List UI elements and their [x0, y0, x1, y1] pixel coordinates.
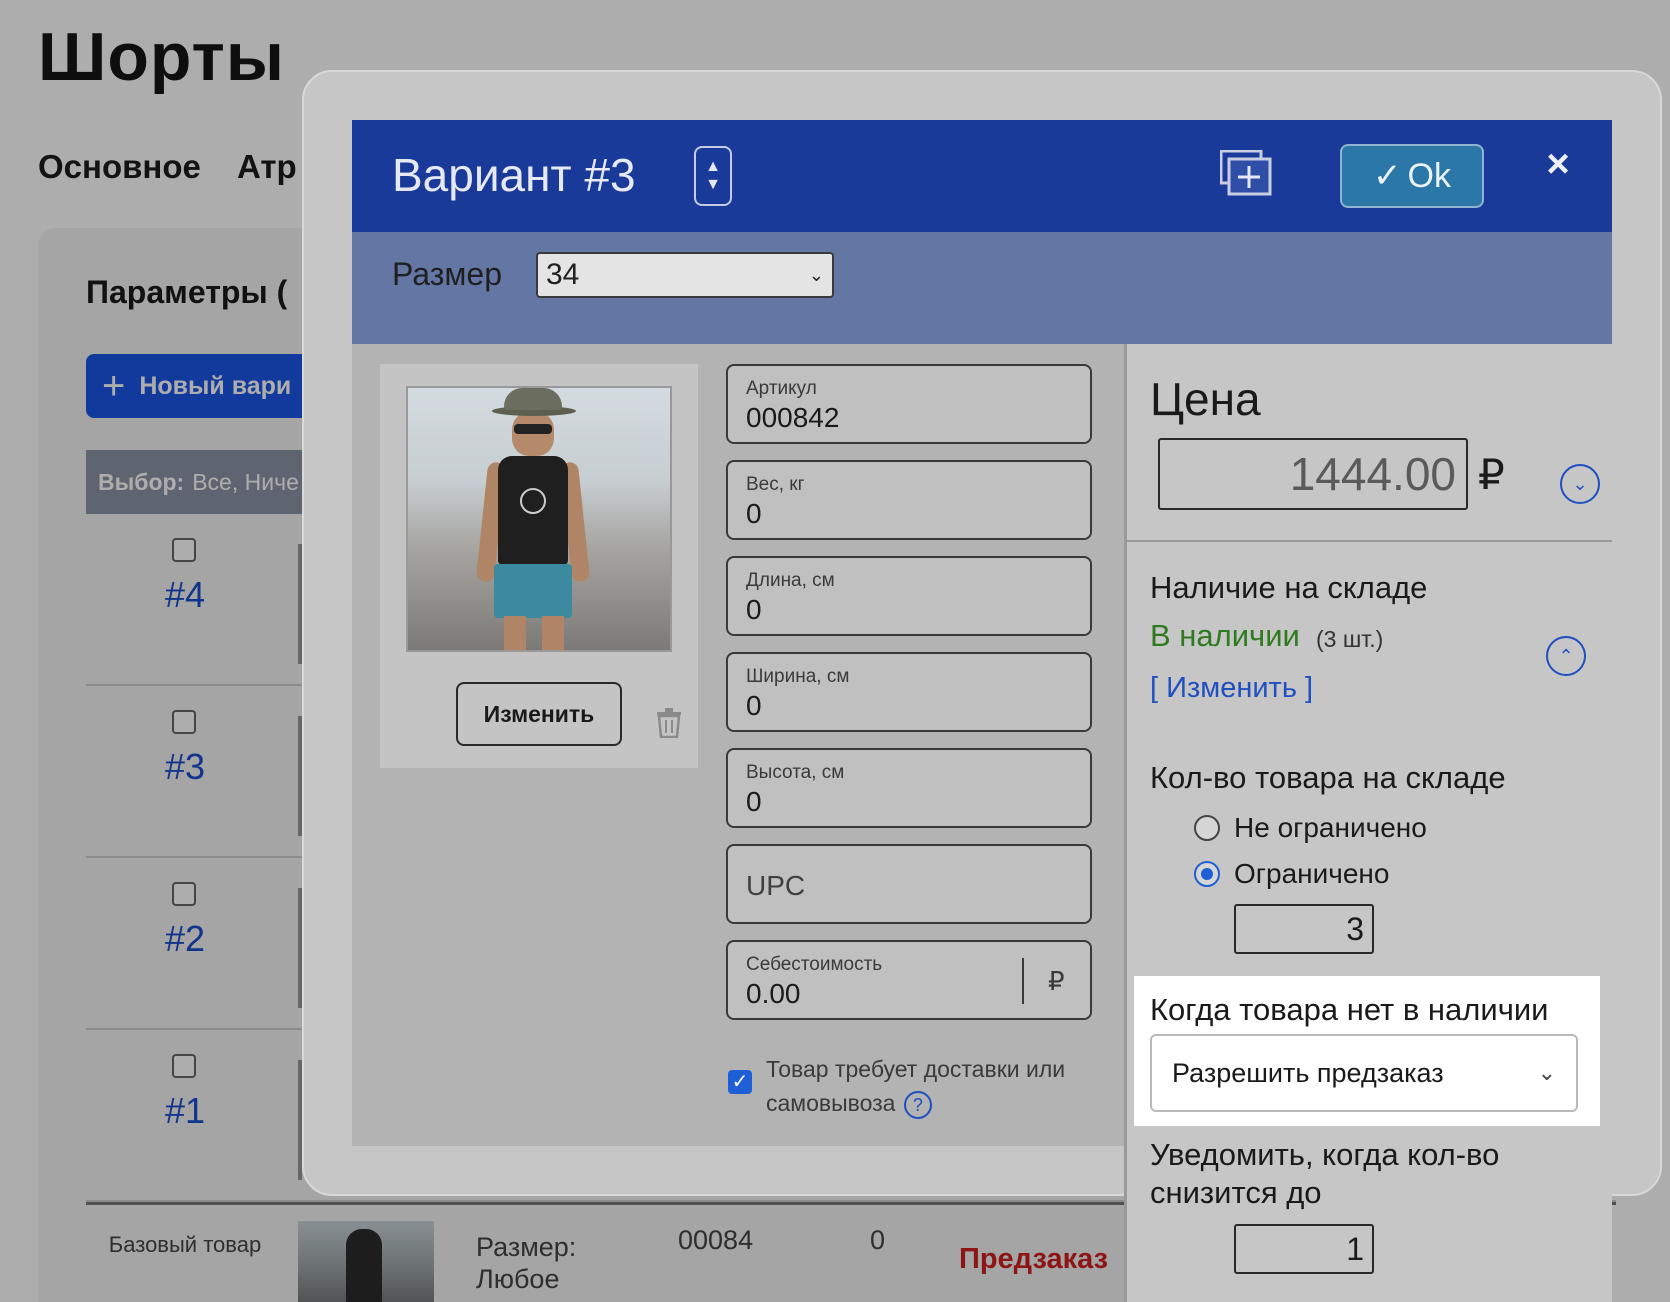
size-select[interactable]: 34 ⌄ — [536, 252, 834, 298]
chevron-up-icon[interactable]: ⌃ — [1546, 636, 1586, 676]
change-photo-button[interactable]: Изменить — [456, 682, 622, 746]
quantity-input[interactable]: 3 — [1234, 904, 1374, 954]
out-of-stock-value: Разрешить предзаказ — [1172, 1057, 1444, 1088]
chevron-down-icon: ⌄ — [1537, 1060, 1556, 1085]
weight-field[interactable]: Вес, кг 0 — [726, 460, 1092, 540]
check-icon: ✓ — [1373, 157, 1402, 195]
out-of-stock-select[interactable]: Разрешить предзаказ ⌄ — [1150, 1034, 1578, 1112]
length-label: Длина, см — [746, 570, 835, 591]
width-label: Ширина, см — [746, 666, 850, 687]
radio-unlimited-label[interactable]: Не ограничено — [1234, 812, 1427, 844]
modal-header: Вариант #3 ▲ ▼ ✓ Ok × — [352, 120, 1612, 232]
chevron-down-icon: ⌄ — [808, 264, 824, 285]
sku-label: Артикул — [746, 378, 817, 399]
quantity-title: Кол-во товара на складе — [1150, 760, 1506, 795]
photo-card: Изменить — [380, 364, 698, 768]
size-bar: Размер 34 ⌄ — [352, 232, 1612, 344]
stock-title: Наличие на складе — [1150, 570, 1428, 605]
width-field[interactable]: Ширина, см 0 — [726, 652, 1092, 732]
divider — [1127, 540, 1612, 542]
stock-change-link[interactable]: [ Изменить ] — [1150, 672, 1313, 705]
height-field[interactable]: Высота, см 0 — [726, 748, 1092, 828]
variant-photo — [406, 386, 672, 652]
close-icon[interactable]: × — [1536, 142, 1580, 186]
width-value: 0 — [746, 690, 762, 721]
radio-limited[interactable] — [1194, 861, 1220, 887]
out-of-stock-section: Когда товара нет в наличии Разрешить пре… — [1134, 976, 1600, 1126]
weight-value: 0 — [746, 498, 762, 529]
stock-status: В наличии — [1150, 618, 1300, 653]
cost-label: Себестоимость — [746, 954, 883, 975]
cost-value: 0.00 — [746, 978, 801, 1009]
notify-input[interactable]: 1 — [1234, 1224, 1374, 1274]
stock-count: (3 шт.) — [1316, 626, 1384, 652]
variant-switcher[interactable]: ▲ ▼ — [694, 146, 732, 206]
shipping-checkbox[interactable]: ✓ — [728, 1070, 752, 1094]
length-field[interactable]: Длина, см 0 — [726, 556, 1092, 636]
upc-field[interactable]: UPC — [726, 844, 1092, 924]
notify-title: Уведомить, когда кол-во снизится до — [1150, 1137, 1500, 1210]
price-input[interactable]: 1444.00 — [1158, 438, 1468, 510]
out-of-stock-title: Когда товара нет в наличии — [1150, 992, 1549, 1027]
chevron-down-icon[interactable]: ⌄ — [1560, 464, 1600, 504]
duplicate-icon[interactable] — [1220, 150, 1272, 196]
price-title: Цена — [1150, 373, 1261, 425]
size-value: 34 — [546, 258, 580, 291]
arrow-down-icon: ▼ — [705, 176, 721, 193]
sku-field[interactable]: Артикул 000842 — [726, 364, 1092, 444]
length-value: 0 — [746, 594, 762, 625]
sku-value: 000842 — [746, 402, 840, 433]
trash-icon[interactable] — [656, 708, 682, 738]
size-label: Размер — [392, 256, 502, 292]
height-label: Высота, см — [746, 762, 845, 783]
modal-title: Вариант #3 — [392, 149, 636, 201]
arrow-up-icon: ▲ — [705, 158, 721, 175]
upc-placeholder: UPC — [746, 870, 806, 901]
help-icon[interactable]: ? — [903, 1090, 932, 1119]
cost-field[interactable]: Себестоимость 0.00 ₽ — [726, 940, 1092, 1020]
weight-label: Вес, кг — [746, 474, 805, 495]
ok-button[interactable]: ✓ Ok — [1340, 144, 1484, 208]
price-currency: ₽ — [1478, 451, 1505, 498]
radio-limited-label[interactable]: Ограничено — [1234, 858, 1389, 890]
shipping-label: Товар требует доставки или самовывоза ? — [766, 1052, 1096, 1120]
field-separator — [1022, 958, 1024, 1004]
ok-label: Ok — [1407, 156, 1451, 195]
height-value: 0 — [746, 786, 762, 817]
cost-currency: ₽ — [1048, 966, 1065, 996]
radio-unlimited[interactable] — [1194, 815, 1220, 841]
